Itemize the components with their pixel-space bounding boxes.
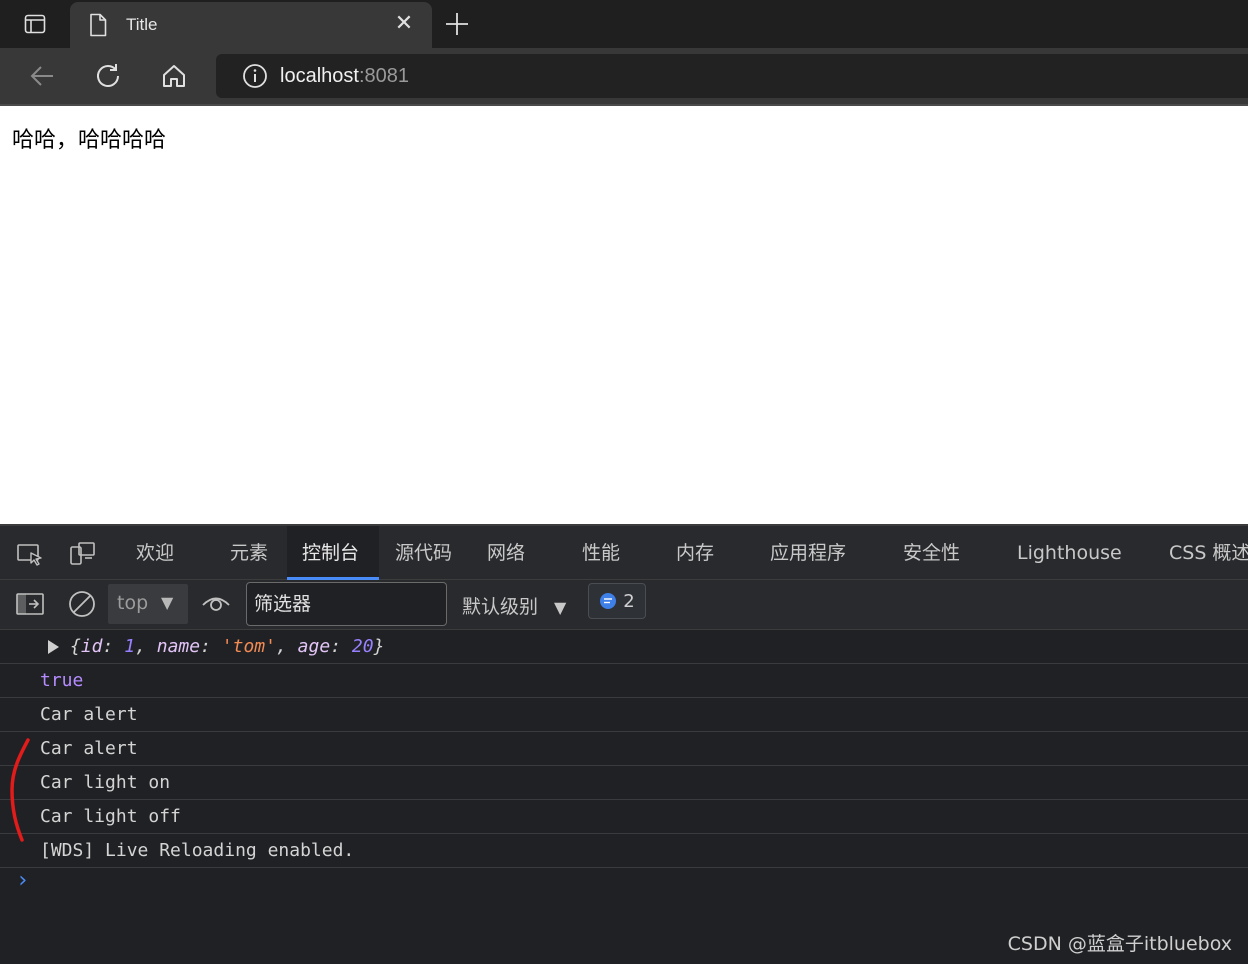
devtools-tab-performance[interactable]: 性能	[582, 526, 620, 580]
devtools-tab-css-overview[interactable]: CSS 概述	[1169, 526, 1248, 580]
new-tab-button[interactable]	[440, 8, 474, 40]
log-level-label: 默认级别	[462, 596, 539, 618]
dropdown-arrow-icon: ▼	[554, 598, 567, 617]
console-log-text: Car light on	[40, 772, 171, 793]
devtools-tab-console[interactable]: 控制台	[287, 526, 379, 580]
sidebar-toggle-icon[interactable]	[14, 588, 46, 620]
message-icon	[600, 593, 617, 609]
console-log-text: Car light off	[40, 806, 181, 827]
live-expression-eye-icon[interactable]	[200, 588, 232, 620]
devtools-tab-memory[interactable]: 内存	[676, 526, 714, 580]
reload-button[interactable]	[88, 58, 128, 94]
expand-arrow-icon[interactable]	[48, 640, 59, 654]
console-log-row[interactable]: Car light on	[0, 766, 1248, 800]
console-log-row[interactable]: Car alert	[0, 732, 1248, 766]
console-prompt[interactable]: ›	[16, 868, 29, 893]
console-log-text: true	[40, 670, 84, 691]
devtools-tab-lighthouse[interactable]: Lighthouse	[1017, 526, 1122, 580]
devtools-tab-welcome[interactable]: 欢迎	[136, 526, 174, 580]
document-icon	[90, 13, 107, 37]
tab-actions-button[interactable]	[0, 0, 70, 48]
console-filter-input[interactable]	[246, 582, 447, 626]
devtools-tab-bar: 欢迎 元素 控制台 源代码 网络 性能 内存 应用程序 安全性 Lighthou…	[0, 524, 1248, 580]
devtools-tab-application[interactable]: 应用程序	[770, 526, 846, 580]
console-log-text: [WDS] Live Reloading enabled.	[40, 840, 355, 861]
message-count: 2	[623, 590, 635, 612]
page-content-text: 哈哈，哈哈哈哈	[12, 128, 167, 153]
console-log-row[interactable]: [WDS] Live Reloading enabled.	[0, 834, 1248, 868]
console-log-text: Car alert	[40, 738, 138, 759]
browser-tab[interactable]: Title ✕	[70, 2, 432, 48]
back-arrow-icon	[30, 66, 53, 86]
url-host: localhost	[280, 64, 359, 87]
console-log-row[interactable]: true	[0, 664, 1248, 698]
plus-icon	[446, 13, 468, 35]
devtools-tab-network[interactable]: 网络	[487, 526, 525, 580]
console-log-row[interactable]: Car alert	[0, 698, 1248, 732]
devtools-tab-security[interactable]: 安全性	[903, 526, 960, 580]
tab-actions-icon	[24, 14, 46, 34]
address-bar[interactable]: localhost:8081	[216, 54, 1248, 98]
tab-title: Title	[126, 15, 158, 34]
devtools-panel: 欢迎 元素 控制台 源代码 网络 性能 内存 应用程序 安全性 Lighthou…	[0, 524, 1248, 964]
reload-icon	[97, 64, 119, 87]
console-log-row[interactable]: {id: 1, name: 'tom', age: 20}	[0, 630, 1248, 664]
context-selector[interactable]: top ▼	[108, 584, 188, 624]
devtools-tab-sources[interactable]: 源代码	[395, 526, 452, 580]
console-toolbar: top ▼ 默认级别 ▼ 2	[0, 580, 1248, 630]
inspect-element-icon[interactable]	[14, 538, 46, 570]
logged-object: {id: 1, name: 'tom', age: 20}	[70, 636, 385, 657]
console-log-text: Car alert	[40, 704, 138, 725]
url-port: :8081	[358, 64, 409, 87]
clear-console-icon[interactable]	[66, 588, 98, 620]
browser-toolbar: localhost:8081	[0, 48, 1248, 104]
close-tab-icon[interactable]: ✕	[394, 13, 414, 35]
back-button[interactable]	[22, 58, 62, 94]
page-viewport: 哈哈，哈哈哈哈	[0, 106, 1248, 524]
console-output: {id: 1, name: 'tom', age: 20} true Car a…	[0, 630, 1248, 964]
site-info-icon[interactable]	[242, 63, 268, 89]
log-level-selector[interactable]: 默认级别 ▼	[462, 592, 566, 619]
home-button[interactable]	[154, 58, 194, 94]
message-count-badge[interactable]: 2	[588, 583, 646, 619]
tab-strip: Title ✕	[0, 0, 1248, 48]
context-label: top	[117, 592, 149, 614]
home-icon	[163, 65, 185, 87]
dropdown-arrow-icon: ▼	[161, 593, 174, 612]
device-emulation-icon[interactable]	[66, 538, 98, 570]
devtools-tab-elements[interactable]: 元素	[230, 526, 268, 580]
watermark: CSDN @蓝盒子itbluebox	[1007, 933, 1232, 955]
console-log-row[interactable]: Car light off	[0, 800, 1248, 834]
